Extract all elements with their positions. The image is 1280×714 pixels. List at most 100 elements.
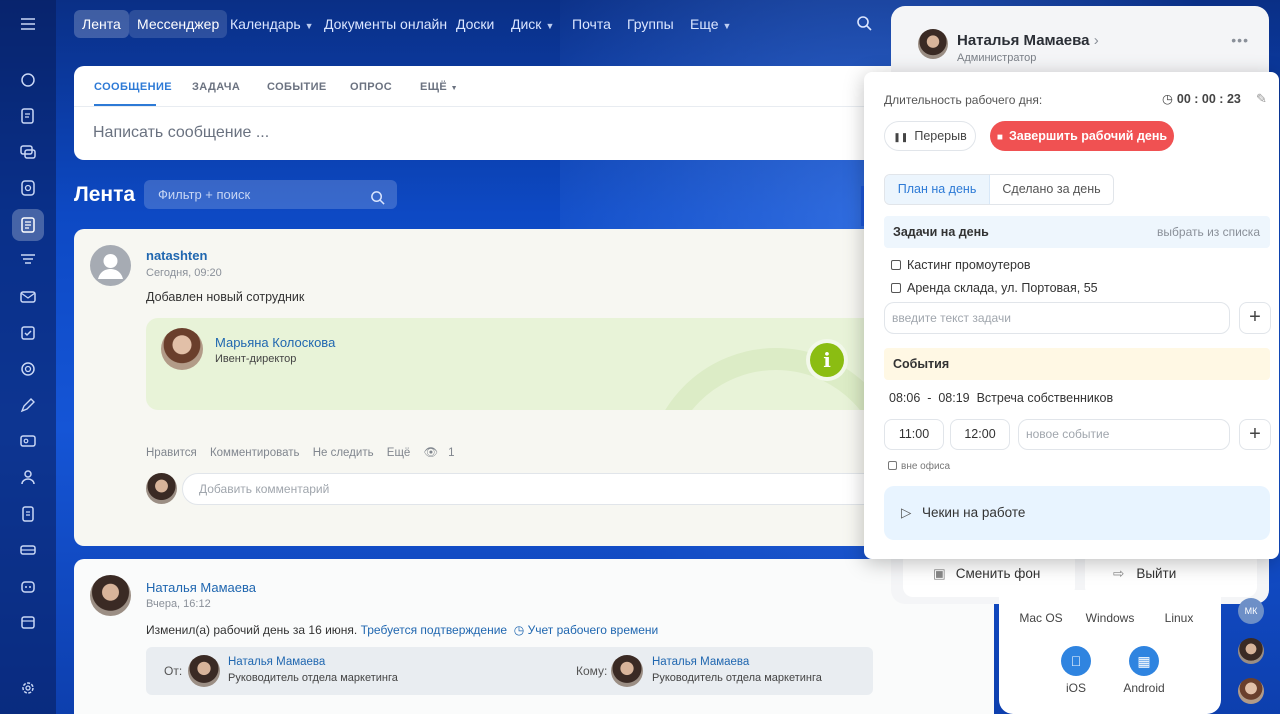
- nav-disk-label: Диск: [511, 16, 542, 32]
- unfollow-button[interactable]: Не следить: [313, 447, 374, 459]
- avatar[interactable]: [918, 29, 948, 59]
- stream-icon[interactable]: [17, 177, 39, 199]
- employee-name[interactable]: Марьяна Колоскова: [215, 335, 335, 350]
- nav-more[interactable]: Еще ▼: [690, 10, 731, 38]
- menu-icon[interactable]: [17, 13, 39, 35]
- android-icon[interactable]: ▦: [1129, 646, 1159, 676]
- from-name[interactable]: Наталья Мамаева: [228, 656, 325, 668]
- macos-link[interactable]: Mac OS: [1006, 611, 1076, 625]
- out-of-office-option[interactable]: вне офиса: [888, 461, 950, 472]
- ios-link[interactable]: iOS: [1041, 681, 1111, 695]
- avatar[interactable]: [188, 655, 220, 687]
- post-author[interactable]: Наталья Мамаева: [146, 580, 256, 595]
- users-icon[interactable]: [17, 466, 39, 488]
- eye-icon: 👁: [423, 447, 439, 459]
- tab-event[interactable]: СОБЫТИЕ: [267, 81, 327, 93]
- nav-documents[interactable]: Документы онлайн: [324, 10, 447, 38]
- edit-pencil-icon[interactable]: ✎: [1256, 91, 1267, 107]
- tab-task[interactable]: ЗАДАЧА: [192, 81, 240, 93]
- post-time[interactable]: Вчера, 16:12: [146, 598, 211, 610]
- post-author[interactable]: natashten: [146, 248, 207, 263]
- nav-mail[interactable]: Почта: [572, 10, 611, 38]
- nav-messenger[interactable]: Мессенджер: [129, 10, 228, 38]
- tab-plan[interactable]: План на день: [885, 175, 991, 204]
- robot-icon[interactable]: [17, 575, 39, 597]
- chat-icon[interactable]: [17, 141, 39, 163]
- event-name: Встреча собственников: [976, 391, 1114, 405]
- avatar[interactable]: [1238, 638, 1264, 664]
- add-event-button[interactable]: +: [1239, 419, 1271, 450]
- to-name[interactable]: Наталья Мамаева: [652, 656, 749, 668]
- avatar[interactable]: [90, 245, 131, 286]
- post-time[interactable]: Сегодня, 09:20: [146, 267, 222, 279]
- confirmation-link[interactable]: Требуется подтверждение: [361, 623, 508, 637]
- storage-icon[interactable]: [17, 539, 39, 561]
- target-icon[interactable]: [17, 358, 39, 380]
- event-start-time[interactable]: 11:00: [884, 419, 944, 450]
- to-label: Кому:: [576, 664, 608, 678]
- task-item[interactable]: Аренда склада, ул. Портовая, 55: [891, 281, 1098, 295]
- nav-calendar[interactable]: Календарь ▼: [230, 10, 314, 38]
- contact-card-icon[interactable]: [17, 430, 39, 452]
- event-item[interactable]: 08:06 - 08:19 Встреча собственников: [889, 391, 1113, 405]
- avatar[interactable]: [1238, 678, 1264, 704]
- windows-link[interactable]: Windows: [1075, 611, 1145, 625]
- comment-input[interactable]: Добавить комментарий: [182, 473, 982, 505]
- tasks-header: Задачи на день выбрать из списка: [884, 216, 1270, 248]
- chevron-right-icon: ›: [1093, 32, 1099, 49]
- feed-icon[interactable]: [12, 209, 44, 241]
- task-checkbox[interactable]: [891, 260, 901, 270]
- post-actions: Нравится Комментировать Не следить Ещё 👁…: [146, 445, 475, 459]
- checkin-button[interactable]: ▷ Чекин на работе: [884, 486, 1270, 540]
- mail-icon[interactable]: [17, 286, 39, 308]
- filter-icon[interactable]: [17, 249, 39, 271]
- pick-from-list-link[interactable]: выбрать из списка: [1157, 216, 1260, 248]
- search-icon[interactable]: [370, 186, 385, 215]
- tab-poll[interactable]: ОПРОС: [350, 81, 392, 93]
- info-icon: i: [810, 343, 844, 377]
- workday-tabs: План на день Сделано за день: [884, 174, 1114, 205]
- nav-feed[interactable]: Лента: [74, 10, 129, 38]
- tab-done[interactable]: Сделано за день: [990, 175, 1113, 204]
- avatar[interactable]: [90, 575, 131, 616]
- time-tracking-link[interactable]: Учет рабочего времени: [528, 623, 659, 637]
- nav-groups[interactable]: Группы: [627, 10, 674, 38]
- more-options-icon[interactable]: •••: [1231, 32, 1249, 48]
- apple-icon[interactable]: : [1061, 646, 1091, 676]
- avatar[interactable]: МК: [1238, 598, 1264, 624]
- edit-document-icon[interactable]: [17, 105, 39, 127]
- end-workday-button[interactable]: ■ Завершить рабочий день: [990, 121, 1174, 151]
- linux-link[interactable]: Linux: [1144, 611, 1214, 625]
- settings-gear-icon[interactable]: [17, 677, 39, 699]
- page-title: Лента: [74, 183, 136, 206]
- new-event-input[interactable]: новое событие: [1018, 419, 1230, 450]
- tab-more[interactable]: ЕЩЁ ▼: [420, 81, 458, 93]
- pen-icon[interactable]: [17, 394, 39, 416]
- puzzle-icon[interactable]: [17, 69, 39, 91]
- clock-icon: ◷: [513, 623, 525, 637]
- nav-disk[interactable]: Диск ▼: [511, 10, 554, 38]
- avatar[interactable]: [611, 655, 643, 687]
- calendar-icon[interactable]: [17, 611, 39, 633]
- task-checkbox[interactable]: [891, 283, 901, 293]
- tasks-icon[interactable]: [17, 322, 39, 344]
- android-link[interactable]: Android: [1109, 681, 1179, 695]
- nav-boards[interactable]: Доски: [456, 10, 494, 38]
- task-input[interactable]: введите текст задачи: [884, 302, 1230, 334]
- avatar[interactable]: [161, 328, 203, 370]
- out-of-office-checkbox[interactable]: [888, 461, 897, 470]
- like-button[interactable]: Нравится: [146, 447, 197, 459]
- document-icon[interactable]: [17, 503, 39, 525]
- out-of-office-label: вне офиса: [901, 461, 951, 472]
- comment-button[interactable]: Комментировать: [210, 447, 300, 459]
- pause-button[interactable]: ❚❚ Перерыв: [884, 121, 976, 151]
- add-task-button[interactable]: +: [1239, 302, 1271, 334]
- more-button[interactable]: Ещё: [387, 447, 411, 459]
- filter-search-input[interactable]: Фильтр + поиск: [144, 180, 397, 209]
- profile-name[interactable]: Наталья Мамаева ›: [957, 32, 1099, 49]
- search-icon[interactable]: [856, 12, 872, 40]
- tab-message[interactable]: СООБЩЕНИЕ: [94, 81, 172, 93]
- event-end-time[interactable]: 12:00: [950, 419, 1010, 450]
- message-input[interactable]: Написать сообщение ...: [93, 124, 269, 142]
- task-item[interactable]: Кастинг промоутеров: [891, 258, 1031, 272]
